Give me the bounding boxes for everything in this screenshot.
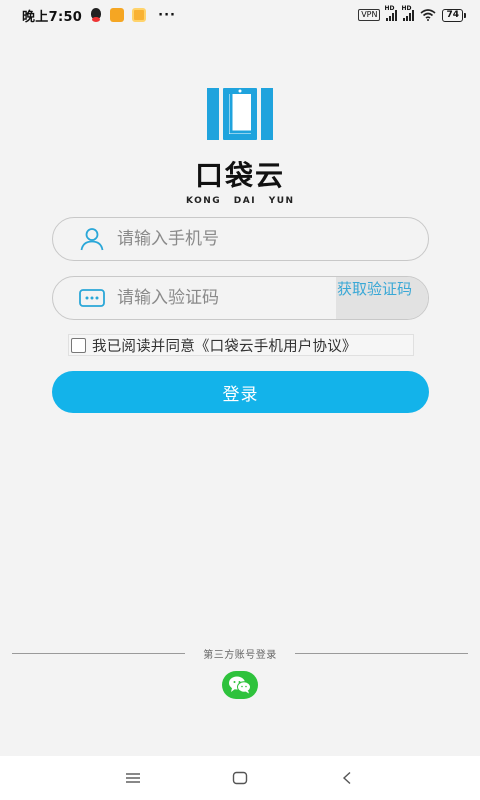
divider-line-right — [294, 653, 468, 654]
status-bar: 晚上7:50 ··· VPN HD HD 74 — [0, 0, 480, 30]
pocket-cloud-logo-icon — [207, 88, 273, 140]
game-app-icon — [132, 8, 147, 22]
message-app-icon — [110, 8, 125, 22]
qq-icon — [90, 8, 102, 22]
app-logo: 口袋云 KONG DAI YUN — [186, 88, 294, 206]
more-notifications-icon: ··· — [158, 7, 176, 23]
login-button[interactable]: 登录 — [52, 371, 429, 413]
user-icon — [79, 226, 105, 252]
agreement-text[interactable]: 我已阅读并同意《口袋云手机用户协议》 — [92, 335, 357, 356]
third-party-divider: 第三方账号登录 — [12, 646, 468, 661]
agreement-row[interactable]: 我已阅读并同意《口袋云手机用户协议》 — [68, 334, 414, 356]
verification-code-input[interactable] — [117, 277, 336, 319]
app-name: 口袋云 — [194, 159, 285, 192]
status-time: 晚上7:50 — [22, 9, 83, 25]
get-code-button[interactable]: 获取验证码 — [336, 277, 428, 319]
status-right: VPN HD HD 74 — [358, 5, 466, 22]
back-chevron-icon[interactable] — [327, 758, 367, 798]
menu-icon[interactable] — [113, 758, 153, 798]
divider-line-left — [12, 653, 186, 654]
wifi-icon — [420, 9, 436, 21]
battery-level: 74 — [442, 8, 463, 22]
vpn-badge: VPN — [358, 9, 381, 21]
system-nav-bar — [0, 756, 480, 800]
wechat-login-button[interactable] — [222, 671, 258, 699]
battery-icon: 74 — [442, 8, 466, 22]
signal-icon: HD — [384, 5, 398, 21]
app-name-pinyin: KONG DAI YUN — [186, 196, 295, 206]
wechat-icon — [229, 676, 251, 694]
agreement-checkbox[interactable] — [71, 337, 86, 353]
phone-field[interactable] — [52, 217, 429, 261]
keyboard-icon — [79, 285, 105, 311]
home-square-icon[interactable] — [220, 758, 260, 798]
phone-input[interactable] — [117, 218, 428, 260]
third-party-label: 第三方账号登录 — [203, 650, 277, 661]
signal-icon-2: HD — [401, 5, 415, 21]
verification-code-field[interactable]: 获取验证码 — [52, 276, 429, 320]
status-left: 晚上7:50 ··· — [22, 6, 358, 25]
